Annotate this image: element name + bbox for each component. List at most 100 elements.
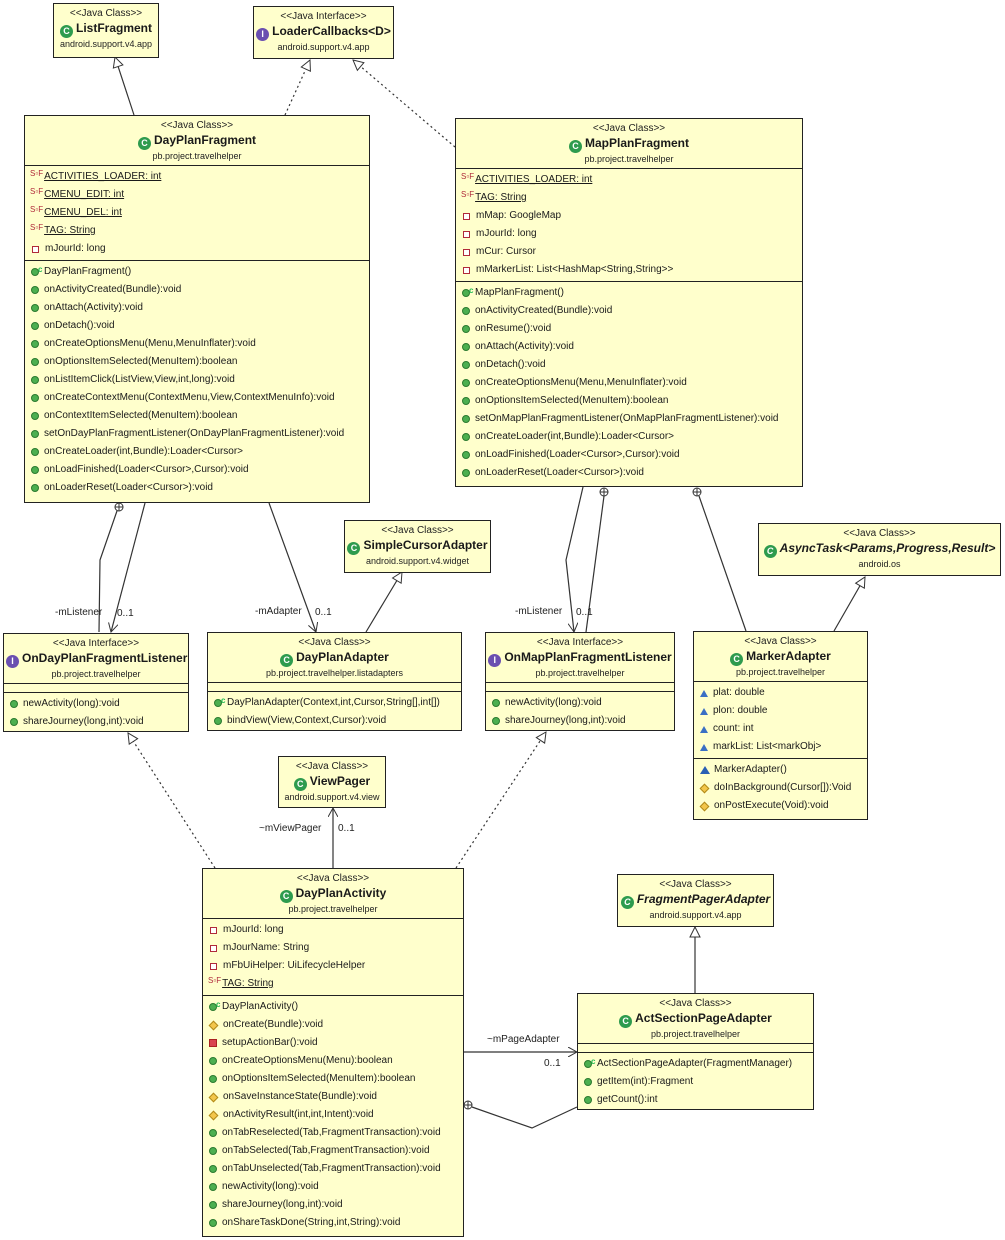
edge-mpf-nest-markeradapter [698,495,747,632]
class-name: AsyncTask<Params,Progress,Result> [779,541,996,555]
method-row: onCreateOptionsMenu(Menu,MenuInflater):v… [25,335,369,353]
field-row: mJourName: String [203,939,463,957]
static-final-icon: S▫F [30,169,44,178]
public-method-icon [31,322,39,330]
methods-section: DayPlanActivity() onCreate(Bundle):void … [203,995,463,1234]
method-row: MarkerAdapter() [694,761,867,779]
class-name: DayPlanActivity [295,886,387,900]
class-name: FragmentPagerAdapter [636,892,771,906]
edge-marker-asynctask [833,577,865,632]
stereotype: <<Java Interface>> [52,638,140,649]
fields-section: mJourId: long mJourName: String mFbUiHel… [203,918,463,995]
package-name: android.support.v4.widget [365,556,470,566]
private-field-icon [463,248,470,256]
method-row: onLoaderReset(Loader<Cursor>):void [456,464,802,482]
public-method-icon [462,433,470,441]
package-name: android.os [858,559,901,569]
class-dayplanadapter[interactable]: <<Java Class>> C DayPlanAdapter pb.projec… [207,632,462,731]
methods-section: DayPlanAdapter(Context,int,Cursor,String… [208,691,461,732]
method-row: onOptionsItemSelected(MenuItem):boolean [25,353,369,371]
public-method-icon [31,466,39,474]
method-row: shareJourney(long,int):void [4,713,188,731]
package-name: android.support.v4.app [649,910,742,920]
field-row: plon: double [694,702,867,720]
field-row: S▫F CMENU_DEL: int [25,204,369,222]
class-dayplanactivity[interactable]: <<Java Class>> C DayPlanActivity pb.proje… [202,868,464,1237]
class-name: ActSectionPageAdapter [635,1011,772,1025]
field-row: mMarkerList: List<HashMap<String,String>… [456,261,802,279]
private-field-icon [463,266,470,274]
package-name: pb.project.travelhelper.listadapters [265,668,404,678]
class-name: SimpleCursorAdapter [363,538,488,552]
fields-section [208,682,461,691]
stereotype: <<Java Class>> [843,528,916,539]
package-field-icon [700,707,708,715]
method-row: newActivity(long):void [486,694,674,712]
method-row: bindView(View,Context,Cursor):void [208,712,461,730]
method-row: onOptionsItemSelected(MenuItem):boolean [456,392,802,410]
edge-dpf-listfragment [115,57,135,116]
package-name: pb.project.travelhelper [152,151,242,161]
protected-method-icon [208,1110,219,1120]
public-method-icon [209,1219,217,1227]
public-method-icon [462,325,470,333]
method-row: newActivity(long):void [4,695,188,713]
public-method-icon [31,484,39,492]
package-name: android.support.v4.app [59,39,153,49]
class-dayplanfragment[interactable]: <<Java Class>> C DayPlanFragment pb.proje… [24,115,370,503]
stereotype: <<Java Class>> [381,525,454,536]
class-mapplanfragment[interactable]: <<Java Class>> C MapPlanFragment pb.proje… [455,118,803,487]
field-row: mJourId: long [456,225,802,243]
method-row: setOnDayPlanFragmentListener(OnDayPlanFr… [25,425,369,443]
method-row: onActivityCreated(Bundle):void [456,302,802,320]
private-field-icon [32,245,39,253]
protected-method-icon [208,1092,219,1102]
class-markeradapter[interactable]: <<Java Class>> C MarkerAdapter pb.project… [693,631,868,820]
stereotype: <<Java Class>> [296,873,370,884]
public-method-icon [209,1075,217,1083]
package-name: pb.project.travelhelper [51,669,141,679]
private-field-icon [210,926,217,934]
class-icon: C [59,25,73,38]
method-row: DayPlanAdapter(Context,int,Cursor,String… [208,692,461,712]
method-row: onAttach(Activity):void [25,299,369,317]
protected-method-icon [699,783,710,793]
class-asynctask[interactable]: <<Java Class>> C AsyncTask<Params,Progres… [758,523,1001,576]
class-icon: C [293,778,307,791]
class-actsectionpageadapter[interactable]: <<Java Class>> C ActSectionPageAdapter pb… [577,993,814,1110]
role-label: -mAdapter [255,606,302,617]
fields-section [578,1043,813,1052]
class-simplecursoradapter[interactable]: <<Java Class>> C SimpleCursorAdapter andr… [344,520,491,573]
edge-dpf-loadercallbacks [284,60,310,116]
interface-ondayplanfragmentlistener[interactable]: <<Java Interface>> I OnDayPlanFragmentLis… [3,633,189,732]
method-row: onActivityResult(int,int,Intent):void [203,1106,463,1124]
fields-section [486,682,674,691]
method-row: onLoaderReset(Loader<Cursor>):void [25,479,369,497]
public-method-icon [209,1183,217,1191]
interface-onmapplanfragmentlistener[interactable]: <<Java Interface>> I OnMapPlanFragmentLis… [485,632,675,731]
class-icon: C [730,653,744,666]
multiplicity-label: 0..1 [338,823,355,834]
fields-section: S▫F ACTIVITIES_LOADER: int S▫F TAG: String… [456,168,802,281]
class-name: ListFragment [75,21,152,35]
method-row: shareJourney(long,int):void [203,1196,463,1214]
method-row: onTabUnselected(Tab,FragmentTransaction)… [203,1160,463,1178]
class-listfragment[interactable]: <<Java Class>> C ListFragment android.sup… [53,3,159,58]
stereotype: <<Java Class>> [160,120,234,131]
stereotype: <<Java Class>> [659,998,732,1009]
fields-section [4,683,188,692]
methods-section: newActivity(long):void shareJourney(long… [4,692,188,733]
abstract-class-icon: C [763,545,777,558]
public-method-icon [462,307,470,315]
class-viewpager[interactable]: <<Java Class>> C ViewPager android.suppor… [278,756,386,808]
public-method-icon [209,1201,217,1209]
multiplicity-label: 0..1 [544,1058,561,1069]
edge-act-mpflistener [455,732,546,869]
private-field-icon [463,230,470,238]
constructor-icon [214,692,225,710]
class-name: ViewPager [309,774,371,788]
class-fragmentpageradapter[interactable]: <<Java Class>> C FragmentPagerAdapter and… [617,874,774,927]
protected-method-icon [699,801,710,811]
interface-loadercallbacks[interactable]: <<Java Interface>> I LoaderCallbacks<D> a… [253,6,394,59]
static-final-icon: S▫F [461,190,475,199]
